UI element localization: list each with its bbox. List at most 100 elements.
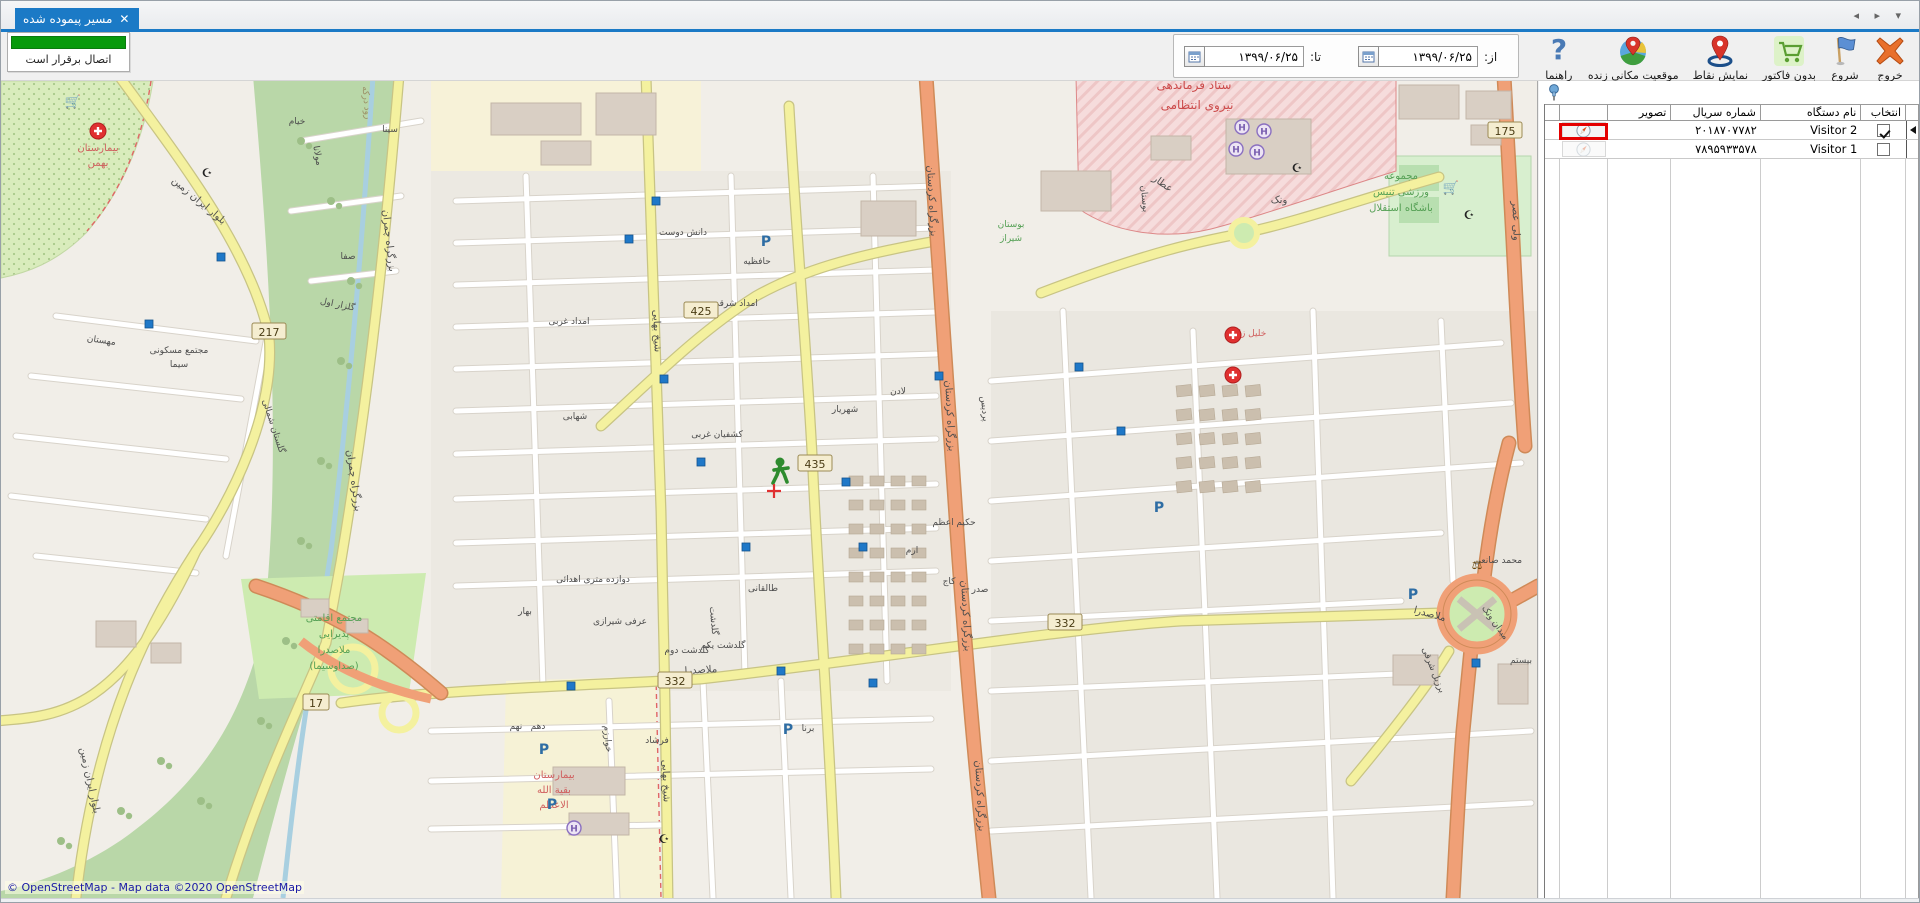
map-label: طالقانی [748, 584, 778, 594]
exit-button[interactable]: خروج [1867, 33, 1913, 84]
map-canvas[interactable]: ستاد فرماندهینیروی انتظامیبیمارستانبهمنب… [1, 81, 1538, 898]
svg-text:H: H [570, 825, 578, 835]
to-date-input[interactable] [1205, 46, 1304, 67]
map-label: مجموعه [1384, 171, 1418, 182]
to-date-calendar-button[interactable] [1184, 46, 1205, 67]
svg-text:H: H [1238, 124, 1246, 134]
trail-point[interactable] [660, 375, 668, 383]
map-label: شیراز [999, 234, 1022, 244]
map-label: امداد غربی [548, 317, 589, 327]
map-label: امداد شرقی [712, 299, 758, 309]
map-label: ولی عصر [1509, 200, 1521, 241]
parking-icon: P [783, 722, 793, 738]
map-label: بیمارستان [77, 143, 118, 154]
svg-text:425: 425 [691, 305, 712, 318]
svg-text:🛒: 🛒 [1443, 180, 1459, 196]
select-checkbox[interactable] [1861, 121, 1906, 139]
scales-icon: ⚖ [1472, 558, 1483, 572]
tree-icon [197, 797, 205, 805]
tree-icon [282, 637, 290, 645]
map-label: مجتمع اقامتی [306, 613, 362, 624]
tree-icon [337, 357, 345, 365]
svg-text:332: 332 [665, 675, 686, 688]
select-checkbox[interactable] [1861, 140, 1906, 158]
tab-close-icon[interactable]: ✕ [119, 12, 129, 26]
compass-icon [1576, 123, 1591, 138]
trail-point[interactable] [652, 197, 660, 205]
map-label: سیما [170, 360, 188, 370]
col-name: نام دستگاه [1761, 105, 1861, 120]
row-indicator [1906, 140, 1918, 158]
svg-text:17: 17 [309, 697, 323, 710]
map-label: برنا [802, 724, 815, 734]
parking-icon: P [1408, 587, 1418, 603]
helipad-icon: H [1229, 142, 1243, 156]
trail-point[interactable] [859, 543, 867, 551]
pushpin-icon[interactable] [1547, 84, 1561, 105]
small-roundabout [1231, 220, 1257, 246]
map-label: ورزشی تنیس [1373, 187, 1429, 198]
svg-text:P: P [761, 234, 771, 250]
map-label: عرفی شیرازی [593, 617, 647, 627]
col-serial: شماره سریال [1671, 105, 1761, 120]
calendar-icon [1362, 50, 1375, 63]
map-label: حافظیه [743, 257, 771, 267]
device-panel: تصویر شماره سریال نام دستگاه انتخاب [1539, 81, 1920, 898]
parking-icon: P [539, 742, 549, 758]
mosque-icon: ☪ [659, 832, 670, 846]
trail-point[interactable] [869, 679, 877, 687]
from-date-input[interactable] [1379, 46, 1478, 67]
live-location-button[interactable]: موقعیت مکانی زنده [1581, 33, 1686, 84]
trail-point[interactable] [1117, 427, 1125, 435]
tab-scroll-buttons[interactable]: ◂ ▸ ▾ [1853, 9, 1907, 22]
trail-point[interactable] [777, 667, 785, 675]
globe-pin-icon [1618, 35, 1648, 67]
map-label: شیخ بهایی [659, 759, 671, 802]
cart-icon [1773, 35, 1805, 67]
map-label: نهم [510, 722, 523, 732]
map-label: خیام [289, 117, 306, 127]
compass-button[interactable] [1562, 141, 1606, 157]
svg-text:?: ? [1551, 35, 1567, 66]
map-label: بهمن [88, 158, 109, 169]
map-label: بیستم [1510, 656, 1532, 666]
help-button[interactable]: ? راهنما [1537, 33, 1581, 84]
parking-icon: P [547, 797, 557, 813]
trail-point[interactable] [697, 458, 705, 466]
trail-point[interactable] [935, 372, 943, 380]
device-row[interactable]: ۷۸۹۵۹۳۳۵۷۸ Visitor 1 [1545, 140, 1918, 159]
connection-status-label: اتصال برقرار است [8, 53, 129, 66]
map-label: دانش دوست [659, 228, 707, 238]
shop-icon: 🛒 [65, 94, 81, 110]
trail-point[interactable] [567, 682, 575, 690]
start-button[interactable]: شروع [1823, 33, 1867, 84]
helipad-icon: H [567, 821, 581, 835]
tree-icon [117, 807, 125, 815]
from-date-calendar-button[interactable] [1358, 46, 1379, 67]
trail-point[interactable] [625, 235, 633, 243]
tab-traveled-path[interactable]: ✕ مسیر پیموده شده [15, 8, 139, 29]
svg-text:🛒: 🛒 [65, 94, 81, 110]
col-image: تصویر [1608, 105, 1672, 120]
trail-point[interactable] [1075, 363, 1083, 371]
trail-point[interactable] [217, 253, 225, 261]
trail-point[interactable] [145, 320, 153, 328]
svg-text:☪: ☪ [1464, 208, 1475, 222]
trail-point[interactable] [742, 543, 750, 551]
route-badge: 175 [1488, 122, 1522, 138]
trail-point[interactable] [842, 478, 850, 486]
device-grid: تصویر شماره سریال نام دستگاه انتخاب [1544, 104, 1919, 898]
map-label: نیروی انتظامی [1161, 98, 1234, 113]
compass-button[interactable] [1562, 122, 1606, 138]
show-points-button[interactable]: نمایش نقاط [1686, 33, 1756, 84]
flag-icon [1830, 35, 1860, 67]
device-row[interactable]: ۲۰۱۸۷۰۷۷۸۲ Visitor 2 [1545, 121, 1918, 140]
svg-text:P: P [1154, 500, 1164, 516]
grid-header[interactable]: تصویر شماره سریال نام دستگاه انتخاب [1545, 104, 1918, 121]
exit-x-icon [1874, 35, 1906, 67]
no-invoice-button[interactable]: بدون فاکتور [1755, 33, 1823, 84]
from-date-label: از: [1484, 50, 1497, 64]
trail-point[interactable] [1472, 659, 1480, 667]
map-label: شهریار [831, 405, 858, 415]
tree-icon [297, 137, 305, 145]
